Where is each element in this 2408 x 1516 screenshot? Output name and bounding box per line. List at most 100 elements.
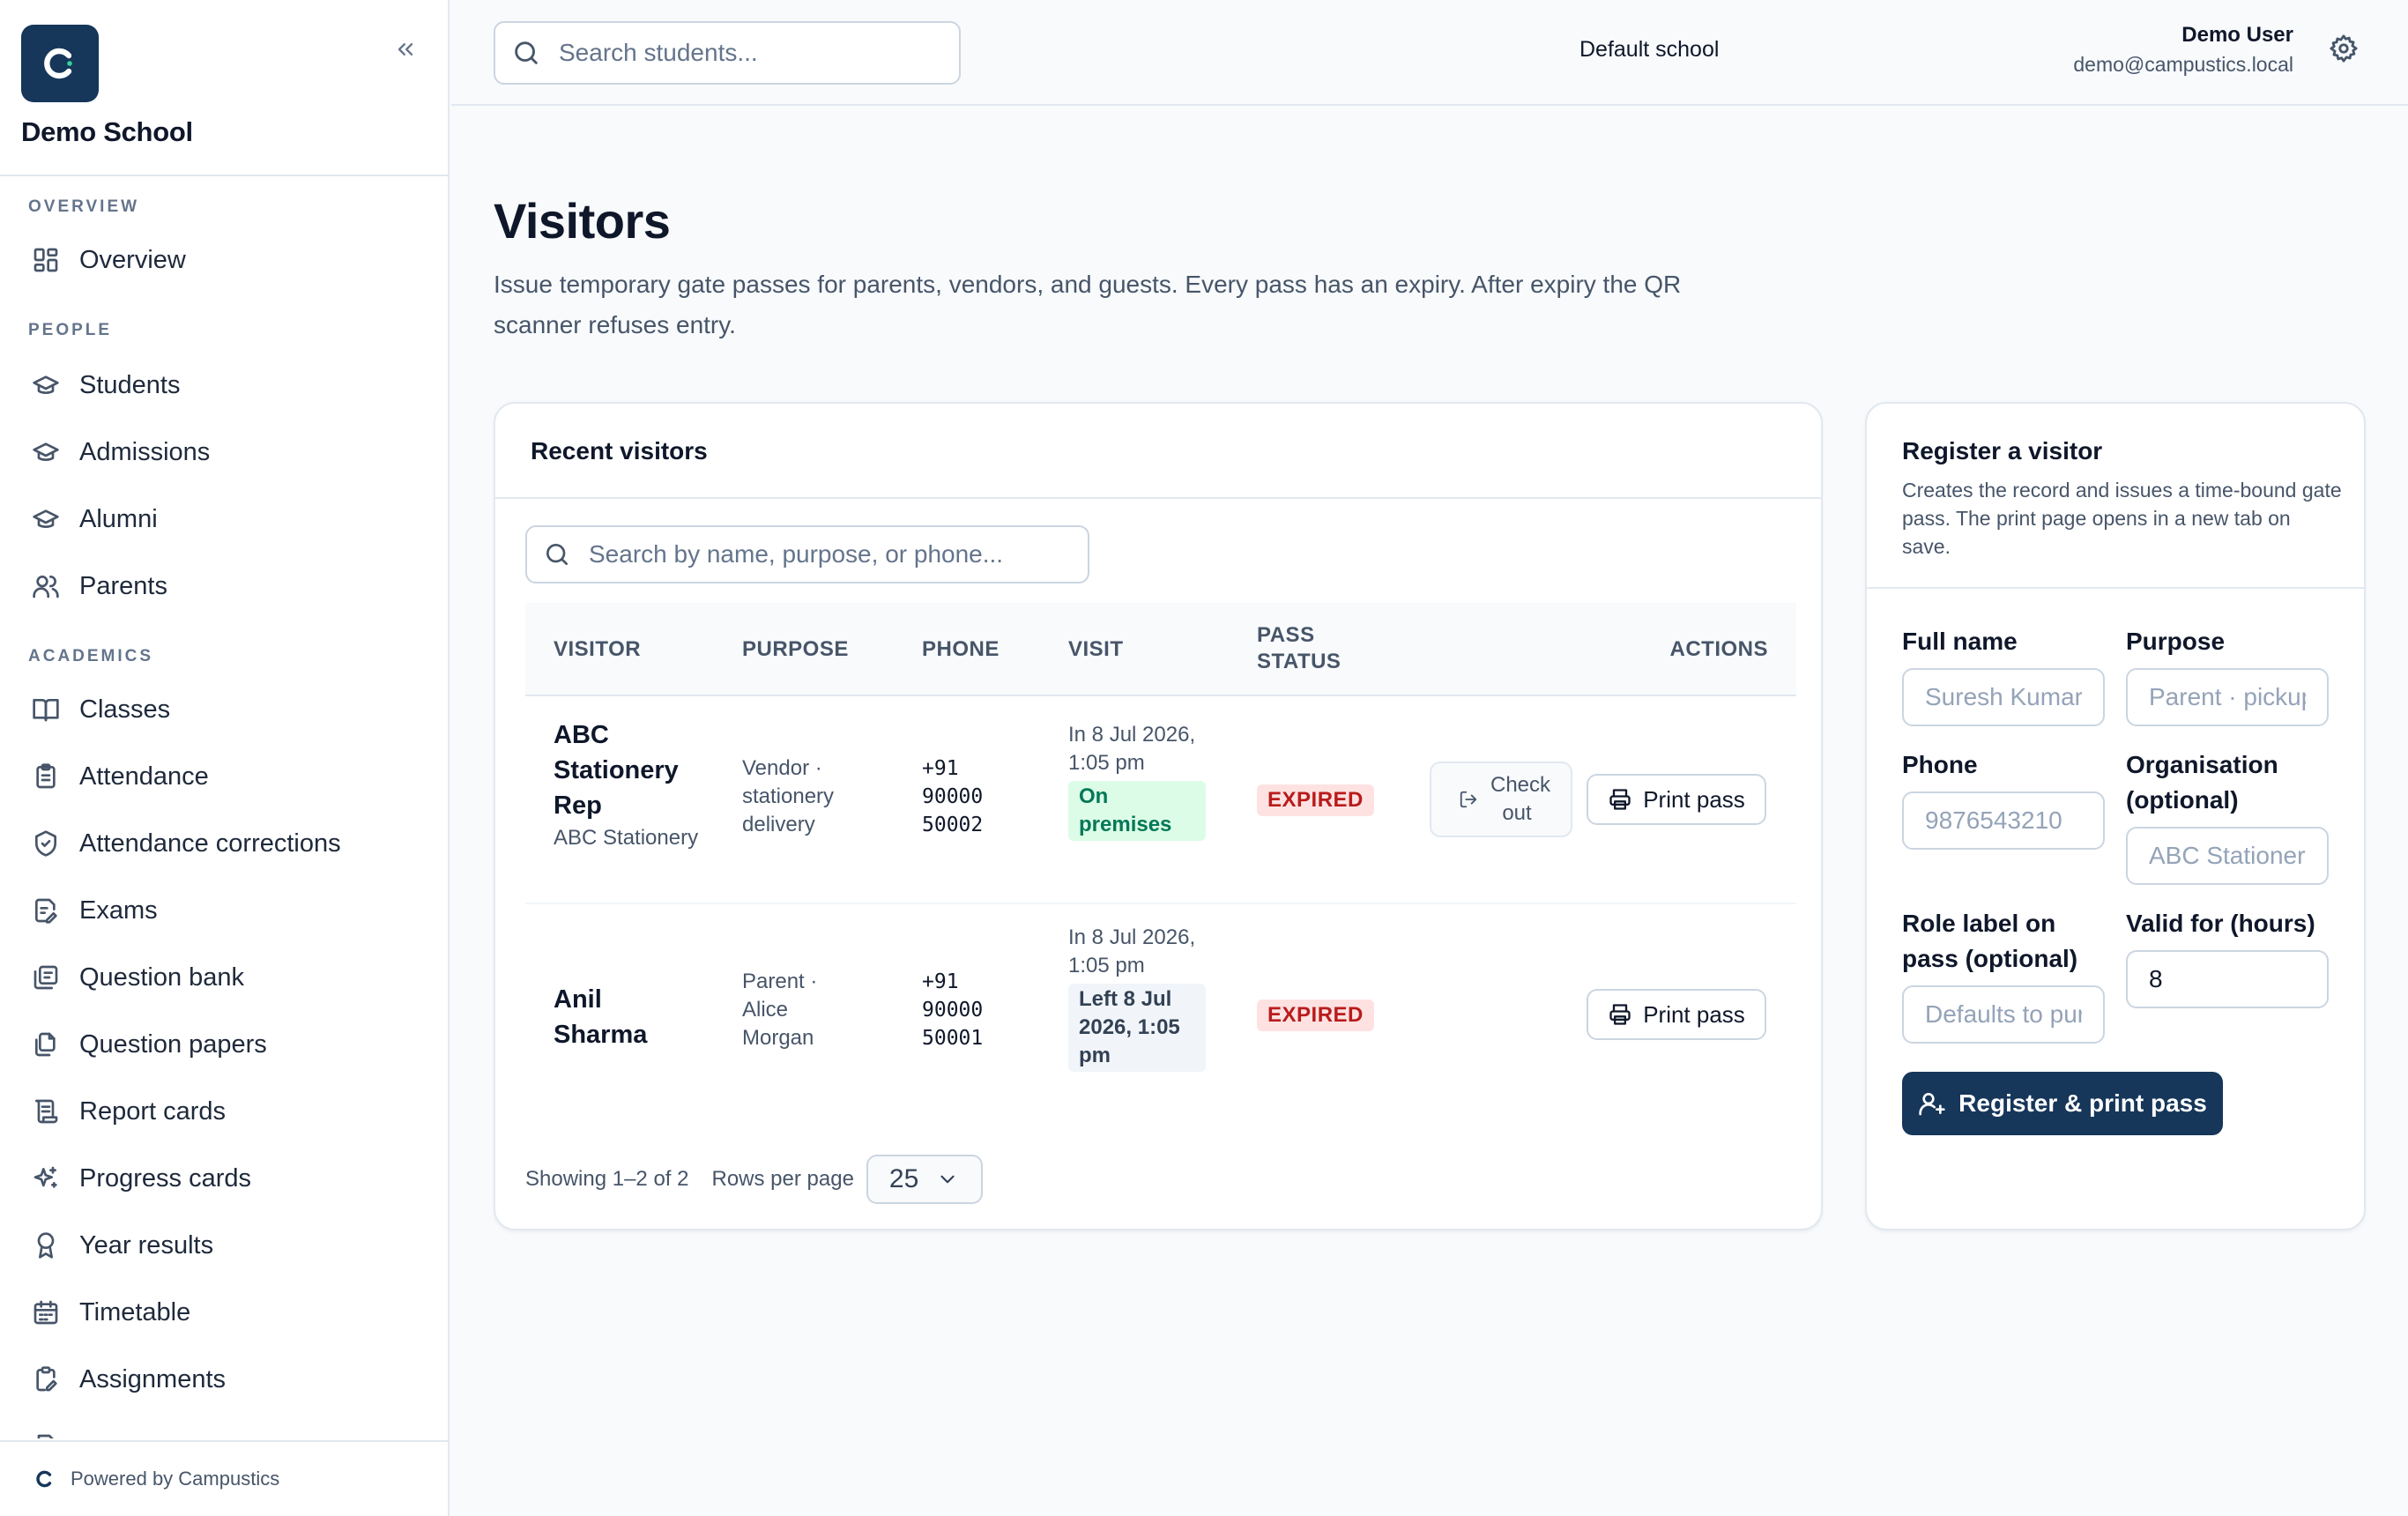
- visit-cell: In 8 Jul 2026, 1:05 pm On premises: [1068, 721, 1206, 841]
- sidebar-item-attendance[interactable]: Attendance: [21, 749, 427, 804]
- clipboard-pen-icon: [30, 1364, 62, 1395]
- sidebar-item-label: Overview: [79, 245, 186, 274]
- register-visitor-card: Register a visitor Creates the record an…: [1865, 402, 2366, 1230]
- student-search[interactable]: [494, 21, 961, 85]
- sidebar-item-year-results[interactable]: Year results: [21, 1218, 427, 1273]
- rows-per-page-label: Rows per page: [711, 1167, 854, 1191]
- valid-hours-label: Valid for (hours): [2126, 910, 2315, 937]
- sidebar-item-label: Classes: [79, 695, 171, 724]
- sidebar-item-overview[interactable]: Overview: [21, 233, 427, 287]
- full-name-label: Full name: [1902, 628, 2018, 655]
- search-icon: [543, 540, 571, 568]
- sidebar-item-label: Report cards: [79, 1096, 227, 1126]
- clipboard-list-icon: [30, 761, 62, 792]
- file-icon: [30, 1431, 62, 1438]
- sidebar-item-question-papers[interactable]: Question papers: [21, 1017, 427, 1072]
- sidebar-item-label: Parents: [79, 571, 167, 600]
- printer-icon: [1608, 1002, 1632, 1027]
- visit-cell: In 8 Jul 2026, 1:05 pm Left 8 Jul 2026, …: [1068, 924, 1206, 1072]
- page-title: Visitors: [494, 193, 671, 249]
- campustics-logo-icon[interactable]: [21, 25, 99, 102]
- sidebar-item-admissions[interactable]: Admissions: [21, 425, 427, 479]
- sidebar-item-label: Attendance: [79, 762, 209, 791]
- check-out-label: Check out: [1490, 773, 1551, 825]
- sidebar-item-label: Alumni: [79, 504, 158, 533]
- visitor-phone: +91 90000 50001: [922, 970, 984, 1050]
- visitor-search[interactable]: [525, 525, 1089, 583]
- card-header: Recent visitors: [495, 404, 1821, 499]
- scroll-text-icon: [30, 1096, 62, 1127]
- sidebar-item-classes[interactable]: Classes: [21, 682, 427, 737]
- user-plus-icon: [1918, 1089, 1946, 1118]
- sidebar-item-label: Students: [79, 370, 181, 399]
- valid-hours-input[interactable]: [2126, 950, 2329, 1008]
- phone-input[interactable]: [1902, 791, 2105, 850]
- sidebar-item-exams[interactable]: Exams: [21, 883, 427, 938]
- sidebar-item-label: Exams: [79, 895, 158, 925]
- table-row: Anil Sharma Parent · Alice Morgan +91 90…: [525, 904, 1796, 1112]
- sidebar-item-more[interactable]: [21, 1419, 427, 1438]
- collapse-sidebar-icon[interactable]: [388, 33, 423, 65]
- sidebar-item-alumni[interactable]: Alumni: [21, 492, 427, 546]
- sidebar-item-label: Timetable: [79, 1297, 191, 1326]
- sidebar-item-students[interactable]: Students: [21, 358, 427, 412]
- search-icon: [511, 38, 541, 68]
- sidebar-item-progress-cards[interactable]: Progress cards: [21, 1151, 427, 1206]
- print-pass-label: Print pass: [1643, 1000, 1745, 1028]
- page-description: Issue temporary gate passes for parents,…: [494, 271, 1682, 338]
- purpose-label: Purpose: [2126, 628, 2226, 655]
- visitor-name: ABC Stationery Rep: [554, 721, 679, 820]
- column-header-pass-status-line2: STATUS: [1257, 650, 1341, 673]
- pass-status-cell: EXPIRED: [1257, 1000, 1374, 1031]
- visitor-phone: +91 90000 50002: [922, 757, 984, 836]
- status-badge: EXPIRED: [1257, 784, 1374, 816]
- visitor-search-input[interactable]: [589, 540, 1082, 568]
- student-search-input[interactable]: [559, 39, 947, 67]
- role-input[interactable]: [1902, 985, 2105, 1044]
- column-header-pass-status-line1: PASS: [1257, 623, 1315, 647]
- table-header: VISITOR PURPOSE PHONE VISIT PASS STATUS …: [525, 603, 1796, 696]
- full-name-input[interactable]: [1902, 668, 2105, 726]
- rows-per-page-select[interactable]: 25: [866, 1155, 983, 1204]
- sidebar-item-assignments[interactable]: Assignments: [21, 1352, 427, 1407]
- card-title: Register a visitor: [1902, 437, 2103, 464]
- visitor-purpose: Vendor · stationery delivery: [742, 756, 835, 836]
- sidebar-item-label: Question papers: [79, 1029, 267, 1059]
- organisation-input[interactable]: [2126, 827, 2329, 885]
- status-badge: EXPIRED: [1257, 1000, 1374, 1031]
- printer-icon: [1608, 787, 1632, 812]
- graduation-cap-icon: [30, 503, 62, 535]
- nav-section-overview: OVERVIEW: [28, 197, 140, 216]
- pagination: Showing 1–2 of 2 Rows per page 25: [525, 1155, 983, 1204]
- card-description: Creates the record and issues a time-bou…: [1902, 479, 2342, 558]
- register-print-button[interactable]: Register & print pass: [1902, 1072, 2223, 1135]
- print-pass-button[interactable]: Print pass: [1587, 774, 1766, 825]
- sidebar-item-label: Year results: [79, 1230, 214, 1260]
- school-switcher[interactable]: Default school: [1579, 37, 1719, 63]
- book-open-icon: [30, 694, 62, 725]
- organisation-label: Organisation (optional): [2126, 751, 2278, 814]
- sidebar-item-question-bank[interactable]: Question bank: [21, 950, 427, 1005]
- visitor-organisation: ABC Stationery: [554, 826, 699, 850]
- sidebar-item-label: Question bank: [79, 962, 245, 992]
- graduation-cap-icon: [30, 436, 62, 468]
- log-out-icon: [1459, 790, 1478, 809]
- sidebar-brand: Demo School: [0, 0, 448, 176]
- topbar: Default school Demo User demo@campustics…: [451, 0, 2408, 106]
- card-title: Recent visitors: [531, 437, 708, 464]
- register-print-label: Register & print pass: [1958, 1089, 2207, 1117]
- check-out-button[interactable]: Check out: [1430, 762, 1572, 837]
- sidebar-item-attendance-corrections[interactable]: Attendance corrections: [21, 816, 427, 871]
- visitor-cell: Anil Sharma: [554, 982, 659, 1052]
- sidebar-item-report-cards[interactable]: Report cards: [21, 1084, 427, 1139]
- phone-label: Phone: [1902, 751, 1978, 778]
- users-icon: [30, 570, 62, 602]
- print-pass-button[interactable]: Print pass: [1587, 989, 1766, 1040]
- settings-gear-icon[interactable]: [2329, 33, 2362, 67]
- card-header: Register a visitor Creates the record an…: [1867, 404, 2364, 589]
- files-icon: [30, 1029, 62, 1060]
- sidebar-item-parents[interactable]: Parents: [21, 559, 427, 613]
- purpose-input[interactable]: [2126, 668, 2329, 726]
- sidebar-item-timetable[interactable]: Timetable: [21, 1285, 427, 1340]
- shield-check-icon: [30, 828, 62, 859]
